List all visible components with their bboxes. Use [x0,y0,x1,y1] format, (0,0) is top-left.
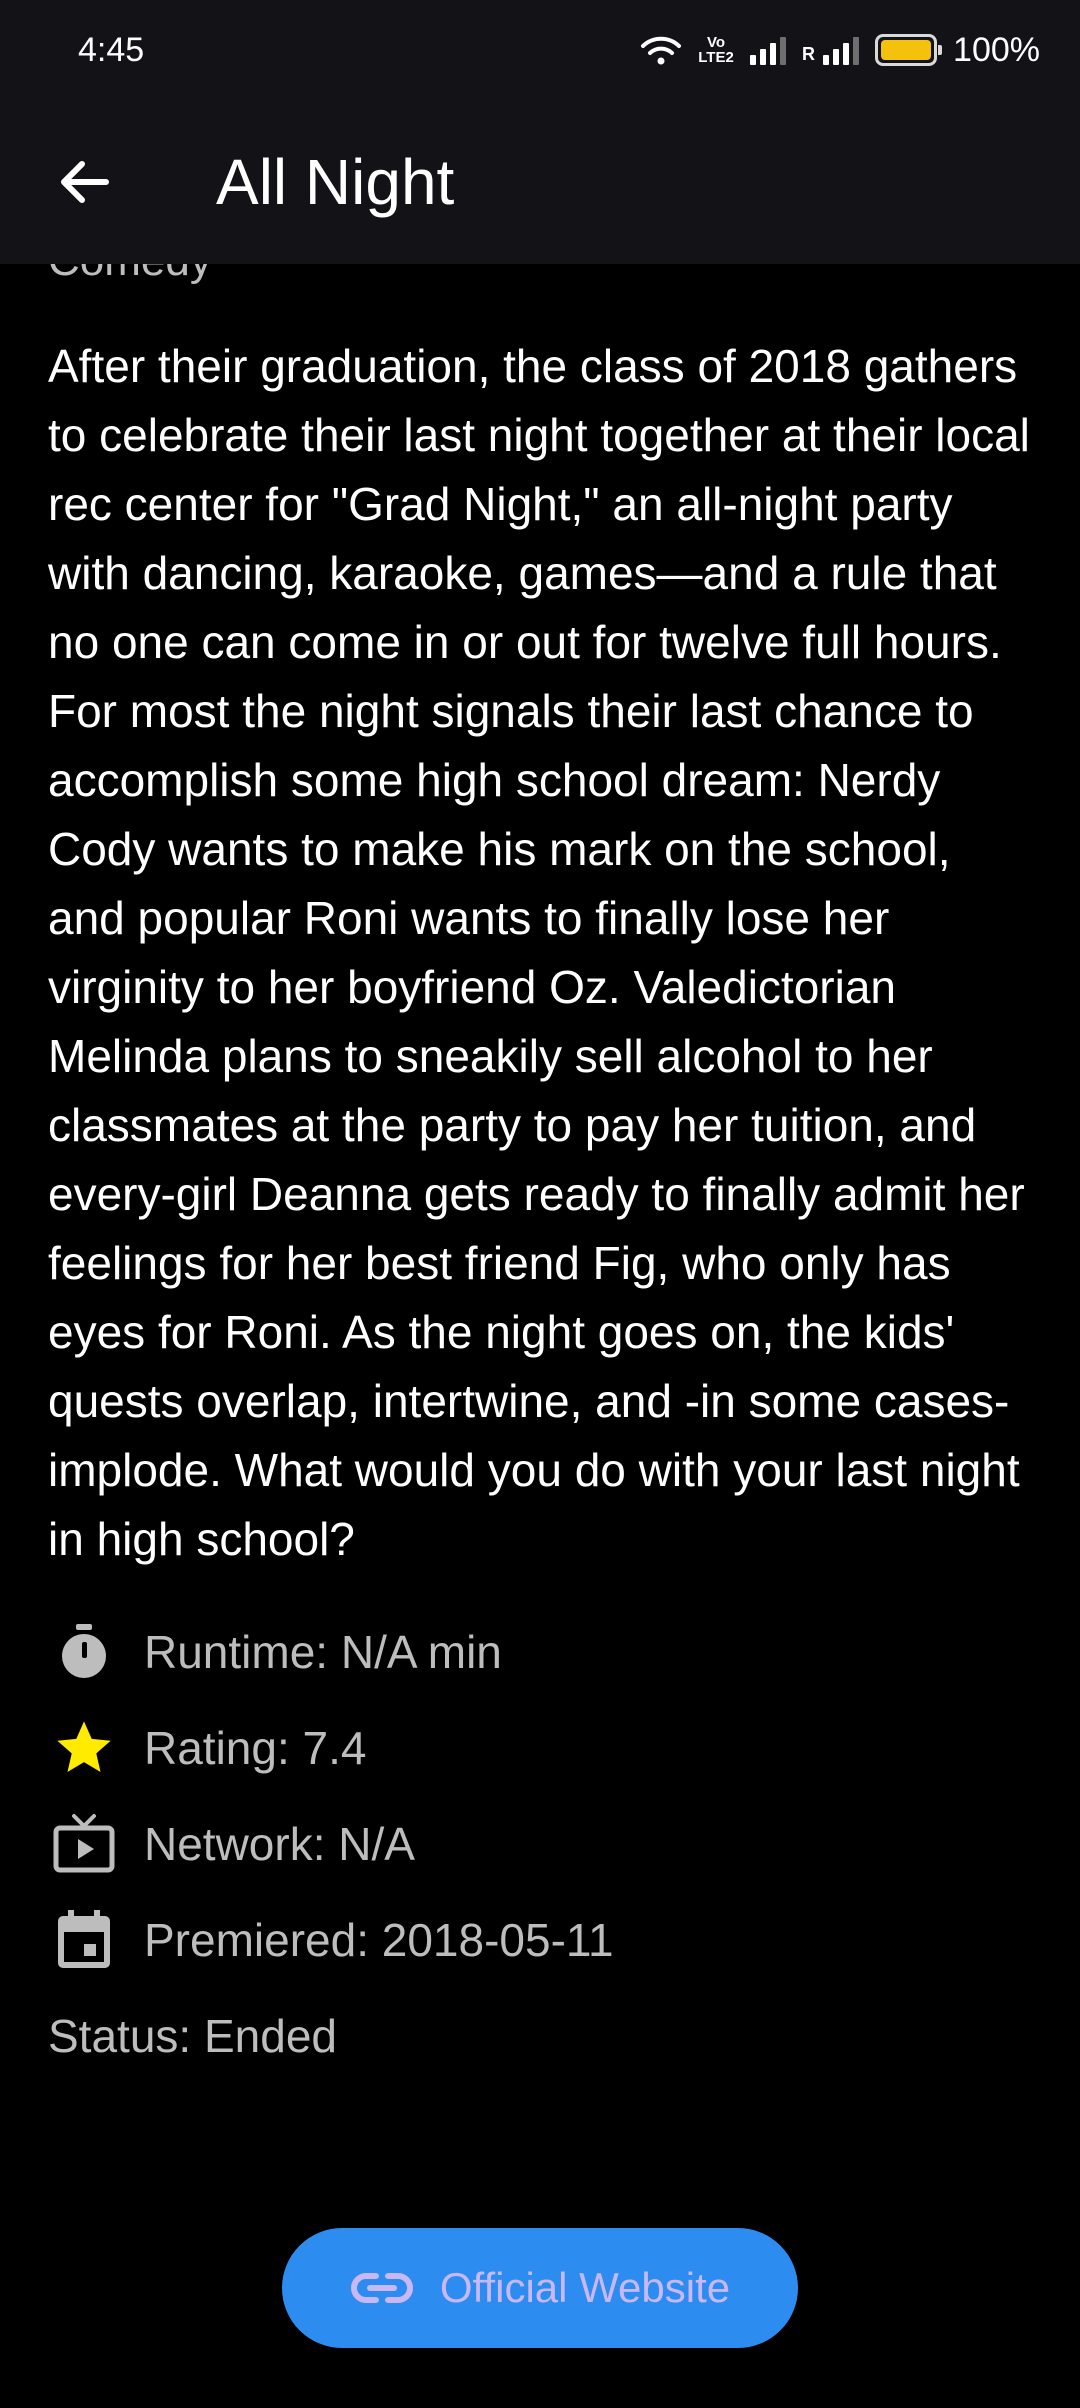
status-icons: Vo LTE2 R 100% [640,31,1040,70]
signal-icon-sim2: R [802,35,860,65]
arrow-left-icon [61,161,109,203]
status-time: 4:45 [78,30,145,69]
network-text: Network: N/A [144,1818,415,1870]
page-title: All Night [216,146,455,218]
rating-text: Rating: 7.4 [144,1722,367,1774]
wifi-icon [640,34,682,66]
rating-row: Rating: 7.4 [48,1700,1032,1796]
app-bar: All Night [0,100,1080,264]
battery-percent: 100% [953,30,1040,69]
timer-icon [48,1616,120,1688]
tv-icon [48,1808,120,1880]
show-details: Comedy After their graduation, the class… [0,230,1080,2084]
battery-icon [875,34,943,66]
show-detail-screen: 4:45 Vo LTE2 R 100% All Night After thei… [0,0,1080,2408]
status-text: Status: Ended [48,2010,337,2062]
info-list: Runtime: N/A min Rating: 7.4 Network: N/… [48,1604,1032,2084]
premiered-text: Premiered: 2018-05-11 [144,1914,614,1966]
runtime-row: Runtime: N/A min [48,1604,1032,1700]
back-button[interactable] [36,134,132,230]
calendar-icon [48,1904,120,1976]
star-icon [48,1712,120,1784]
volte-icon: Vo LTE2 [698,34,734,66]
runtime-text: Runtime: N/A min [144,1626,502,1678]
network-row: Network: N/A [48,1796,1032,1892]
official-website-label: Official Website [439,2264,731,2311]
premiered-row: Premiered: 2018-05-11 [48,1892,1032,1988]
official-website-button[interactable]: Official Website [282,2228,798,2348]
show-summary: After their graduation, the class of 201… [48,340,1030,1565]
signal-icon-sim1 [750,35,787,65]
status-bar: 4:45 Vo LTE2 R 100% [0,0,1080,100]
link-icon [350,2273,413,2303]
